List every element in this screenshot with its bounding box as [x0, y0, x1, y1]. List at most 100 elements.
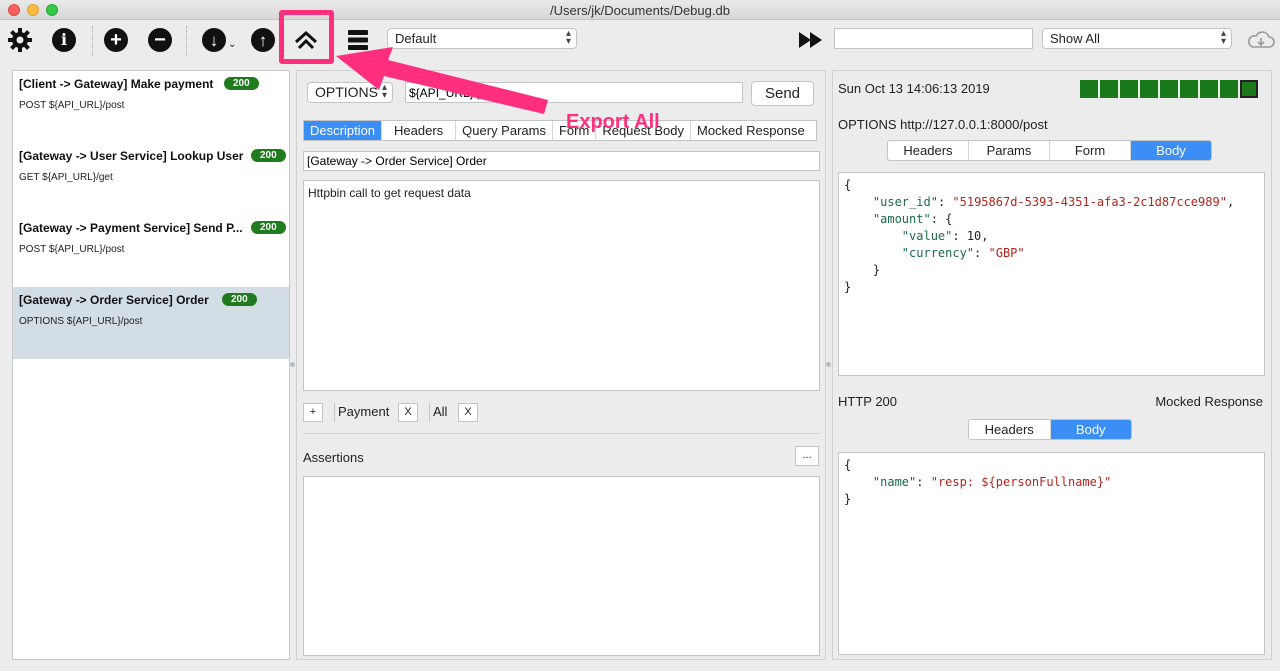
select-arrows-icon: ▴ ▾	[1220, 28, 1226, 47]
tab-request-form[interactable]: Form	[1050, 141, 1131, 160]
tag-label-all: All	[429, 403, 458, 422]
request-title: [Gateway -> Order Service] Order	[19, 293, 209, 307]
editor-tabs: Description Headers Query Params Form Re…	[303, 120, 817, 141]
request-title: [Client -> Gateway] Make payment	[19, 77, 214, 91]
settings-gear-icon[interactable]	[7, 27, 33, 53]
request-list-item[interactable]: [Gateway -> Payment Service] Send P... 2…	[13, 215, 289, 287]
environment-select[interactable]: Default ▴ ▾	[387, 28, 577, 49]
toolbar-separator	[92, 26, 93, 56]
json-number: 10	[966, 229, 982, 243]
remove-tag-payment-button[interactable]: X	[398, 403, 418, 422]
tab-request-body[interactable]: Body	[1131, 141, 1211, 160]
info-icon[interactable]: i	[51, 27, 77, 53]
json-key: "name"	[872, 475, 917, 489]
status-history-block[interactable]	[1180, 80, 1198, 98]
status-history-block[interactable]	[1220, 80, 1238, 98]
request-editor: OPTIONS ▴▾ Send Description Headers Quer…	[296, 70, 826, 660]
status-history	[1080, 80, 1258, 98]
mocked-response-label: Mocked Response	[1155, 394, 1263, 409]
status-badge: 200	[251, 221, 286, 234]
remove-tag-all-button[interactable]: X	[458, 403, 478, 422]
json-key: "user_id"	[872, 195, 938, 209]
request-list-item-selected[interactable]: [Gateway -> Order Service] Order 200 OPT…	[13, 287, 289, 359]
request-summary: OPTIONS ${API_URL}/post	[19, 316, 143, 327]
split-handle-right[interactable]	[826, 362, 831, 367]
response-status-line: HTTP 200	[838, 394, 898, 409]
response-panel: Sun Oct 13 14:06:13 2019 OPTIONS http://…	[832, 70, 1272, 660]
select-arrows-icon: ▴ ▾	[565, 28, 571, 47]
annotation-label: Export All	[566, 111, 660, 133]
json-key: "value"	[901, 229, 953, 243]
assertions-label: Assertions	[303, 450, 364, 465]
json-brace: {	[844, 458, 852, 472]
status-history-block[interactable]	[1080, 80, 1098, 98]
json-key: "amount"	[872, 212, 931, 226]
title-bar: /Users/jk/Documents/Debug.db	[0, 0, 1280, 20]
request-detail-tabs: Headers Params Form Body	[887, 140, 1212, 161]
tab-mocked-response[interactable]: Mocked Response	[691, 121, 811, 140]
request-title: [Gateway -> Payment Service] Send P...	[19, 221, 243, 235]
assertions-more-button[interactable]: ...	[795, 446, 819, 466]
status-history-block[interactable]	[1200, 80, 1218, 98]
response-timestamp: Sun Oct 13 14:06:13 2019	[838, 81, 990, 96]
tab-response-body[interactable]: Body	[1050, 420, 1131, 439]
tab-response-headers[interactable]: Headers	[969, 420, 1051, 439]
request-line: OPTIONS http://127.0.0.1:8000/post	[838, 117, 1048, 132]
request-list-item[interactable]: [Client -> Gateway] Make payment 200 POS…	[13, 71, 289, 143]
json-brace: {	[844, 178, 852, 192]
import-download-icon[interactable]: ↓ ⌄	[202, 27, 242, 53]
tab-query-params[interactable]: Query Params	[456, 121, 553, 140]
tab-headers[interactable]: Headers	[382, 121, 457, 140]
add-tag-button[interactable]: +	[303, 403, 323, 422]
cloud-sync-icon[interactable]	[1246, 27, 1276, 53]
run-all-icon[interactable]	[797, 27, 825, 53]
send-button[interactable]: Send	[751, 81, 814, 106]
window-title: /Users/jk/Documents/Debug.db	[550, 3, 730, 18]
method-select[interactable]: OPTIONS ▴ ▾	[307, 82, 393, 103]
request-list-item[interactable]: [Gateway -> User Service] Lookup User 20…	[13, 143, 289, 215]
json-string: "5195867d-5393-4351-afa3-2c1d87cce989"	[952, 195, 1227, 209]
status-badge: 200	[251, 149, 286, 162]
request-summary: GET ${API_URL}/get	[19, 172, 113, 183]
tab-description[interactable]: Description	[304, 121, 383, 140]
json-string: "resp: ${personFullname}"	[930, 475, 1112, 489]
select-arrows-icon: ▴ ▾	[381, 82, 387, 101]
server-stack-icon[interactable]	[345, 27, 371, 53]
environment-select-value: Default	[395, 31, 437, 46]
response-body-viewer[interactable]: { "name": "resp: ${personFullname}" }	[838, 452, 1265, 655]
filter-select-value: Show All	[1050, 31, 1100, 46]
request-name-input[interactable]	[303, 151, 820, 171]
remove-request-icon[interactable]: −	[147, 27, 173, 53]
toolbar-separator	[186, 26, 187, 56]
divider	[303, 433, 820, 434]
request-body-viewer[interactable]: { "user_id": "5195867d-5393-4351-afa3-2c…	[838, 172, 1265, 376]
status-history-block[interactable]	[1160, 80, 1178, 98]
url-input[interactable]	[405, 82, 743, 103]
status-history-block[interactable]	[1100, 80, 1118, 98]
annotation-highlight-box	[279, 10, 334, 64]
tab-request-params[interactable]: Params	[969, 141, 1050, 160]
tag-label-payment: Payment	[334, 403, 398, 422]
request-summary: POST ${API_URL}/post	[19, 244, 125, 255]
export-upload-icon[interactable]: ↑	[250, 27, 276, 53]
json-key: "currency"	[901, 246, 975, 260]
status-badge: 200	[222, 293, 257, 306]
request-title: [Gateway -> User Service] Lookup User	[19, 149, 244, 163]
status-badge: 200	[224, 77, 259, 90]
status-history-block-current[interactable]	[1240, 80, 1258, 98]
split-handle-left[interactable]	[290, 362, 295, 367]
response-detail-tabs: Headers Body	[968, 419, 1132, 440]
request-list: [Client -> Gateway] Make payment 200 POS…	[12, 70, 290, 660]
assertions-editor[interactable]	[303, 476, 820, 656]
filter-select[interactable]: Show All ▴ ▾	[1042, 28, 1232, 49]
add-request-icon[interactable]: +	[103, 27, 129, 53]
search-input[interactable]	[834, 28, 1033, 49]
status-history-block[interactable]	[1140, 80, 1158, 98]
description-text: Httpbin call to get request data	[308, 186, 471, 200]
status-history-block[interactable]	[1120, 80, 1138, 98]
method-select-value: OPTIONS	[315, 84, 379, 100]
toolbar: i + − ↓ ⌄ ↑ Default ▴ ▾ Show All ▴ ▾	[0, 20, 1280, 62]
request-summary: POST ${API_URL}/post	[19, 100, 125, 111]
description-textarea[interactable]: Httpbin call to get request data	[303, 180, 820, 391]
tab-request-headers[interactable]: Headers	[888, 141, 969, 160]
